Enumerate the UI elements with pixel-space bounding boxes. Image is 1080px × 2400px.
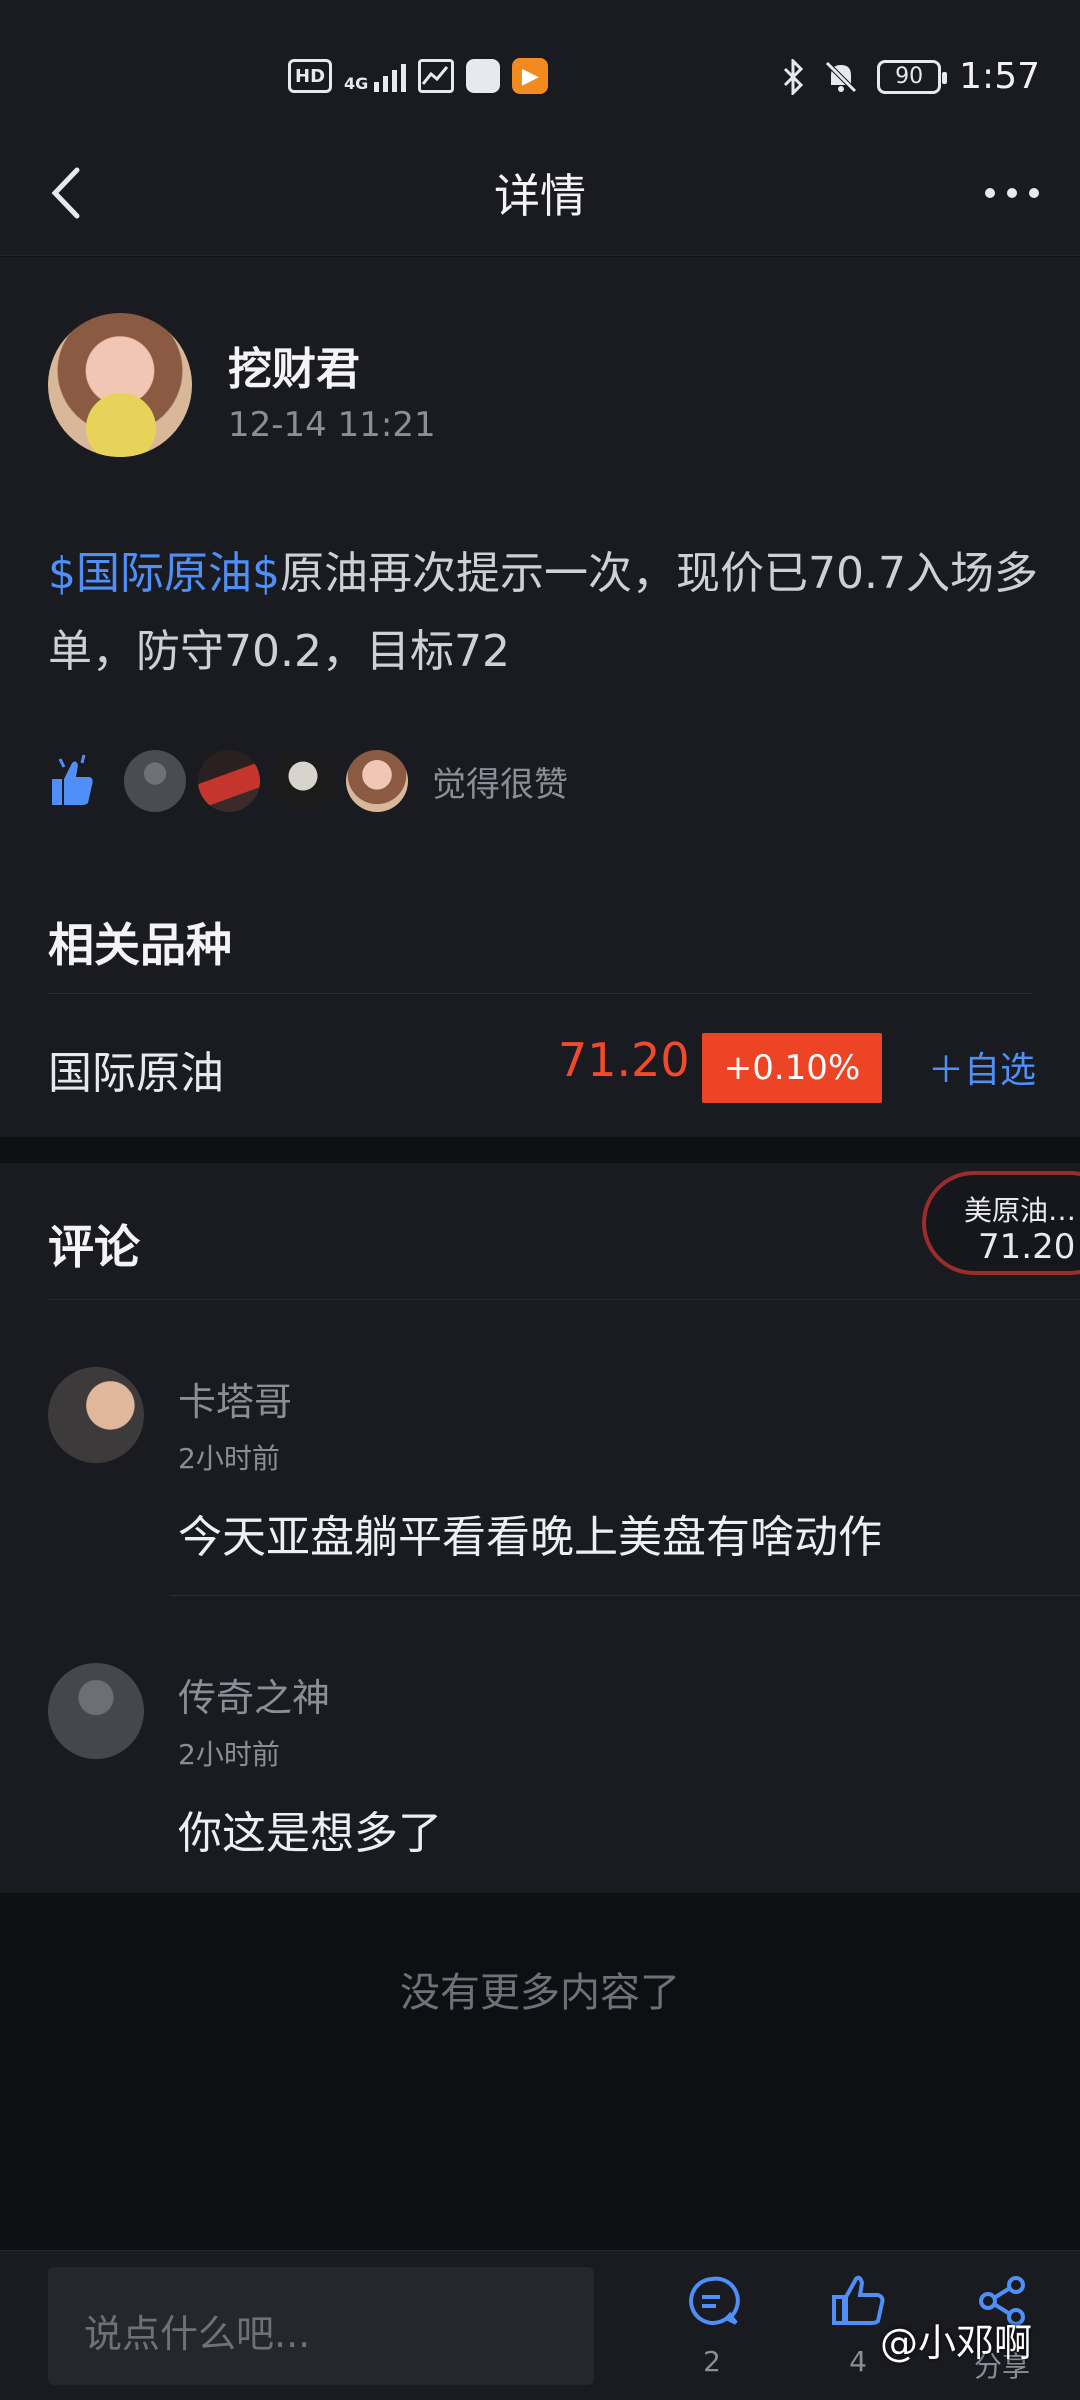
commenter-name[interactable]: 卡塔哥 xyxy=(178,1371,292,1426)
comment-text[interactable]: 今天亚盘躺平看看晚上美盘有啥动作 xyxy=(178,1501,882,1565)
comments-title: 评论 xyxy=(48,1220,140,1274)
floating-ticker-name: 美原油… xyxy=(964,1194,1077,1227)
hd-icon: HD xyxy=(288,59,333,93)
liker-avatar xyxy=(198,750,260,812)
comment-icon xyxy=(682,2271,742,2331)
status-time: 1:57 xyxy=(959,56,1040,97)
liker-avatar xyxy=(346,750,408,812)
author-avatar[interactable] xyxy=(48,313,192,457)
end-of-list-text: 没有更多内容了 xyxy=(400,1970,680,2016)
comment-count: 2 xyxy=(703,2345,721,2378)
divider xyxy=(170,1595,1080,1596)
commenter-avatar[interactable] xyxy=(48,1663,144,1759)
bluetooth-icon xyxy=(784,58,804,95)
liker-avatar xyxy=(272,750,334,812)
status-left-icons: HD 4G ▶ xyxy=(288,58,549,94)
instrument-tag-link[interactable]: $国际原油$ xyxy=(48,548,280,599)
thumbs-up-icon xyxy=(828,2271,888,2331)
comment-input[interactable]: 说点什么吧... xyxy=(48,2267,594,2385)
change-badge: +0.10% xyxy=(702,1033,882,1103)
comment-time: 2小时前 xyxy=(178,1442,280,1475)
signal-icon: 4G xyxy=(344,60,407,92)
instrument-name[interactable]: 国际原油 xyxy=(48,1037,224,1101)
more-button[interactable] xyxy=(972,160,1052,226)
store-app-icon xyxy=(466,59,501,93)
post-body: $国际原油$原油再次提示一次，现价已70.7入场多单，防守70.2，目标72 xyxy=(48,535,1038,691)
instrument-price: 71.20 xyxy=(558,1033,690,1087)
divider xyxy=(48,1299,1080,1300)
author-name[interactable]: 挖财君 xyxy=(228,333,360,397)
commenter-avatar[interactable] xyxy=(48,1367,144,1463)
comment-text[interactable]: 你这是想多了 xyxy=(178,1797,442,1861)
likes-row[interactable]: 觉得很赞 xyxy=(48,741,568,821)
comment-button[interactable]: 2 xyxy=(662,2251,762,2391)
page-title: 详情 xyxy=(494,169,586,223)
nav-bar: 详情 xyxy=(0,130,1080,256)
divider xyxy=(48,993,1032,994)
floating-ticker-button[interactable]: 美原油… 71.20 xyxy=(922,1171,1080,1275)
like-thumb-icon xyxy=(48,753,96,809)
mute-bell-icon xyxy=(825,60,857,93)
related-section-title: 相关品种 xyxy=(48,918,232,972)
comment-time: 2小时前 xyxy=(178,1738,280,1771)
liker-avatar xyxy=(124,750,186,812)
likes-text: 觉得很赞 xyxy=(432,764,568,805)
post-card: 挖财君 12-14 11:21 $国际原油$原油再次提示一次，现价已70.7入场… xyxy=(0,257,1080,1137)
stock-app-icon xyxy=(418,59,455,93)
post-time: 12-14 11:21 xyxy=(228,405,436,445)
comments-section: 评论 美原油… 71.20 卡塔哥 2小时前 今天亚盘躺平看看晚上美盘有啥动作 … xyxy=(0,1163,1080,1893)
status-bar: HD 4G ▶ 90 1:57 xyxy=(0,0,1080,130)
watermark-text: @小邓啊 xyxy=(880,2321,1033,2365)
battery-icon: 90 xyxy=(877,59,948,94)
commenter-name[interactable]: 传奇之神 xyxy=(178,1667,330,1722)
more-dots-icon xyxy=(985,188,995,198)
floating-ticker-price: 71.20 xyxy=(978,1227,1076,1267)
video-app-icon: ▶ xyxy=(512,58,549,94)
add-watchlist-button[interactable]: ＋自选 xyxy=(928,1041,1036,1093)
status-right-icons: 90 1:57 xyxy=(781,56,1040,97)
